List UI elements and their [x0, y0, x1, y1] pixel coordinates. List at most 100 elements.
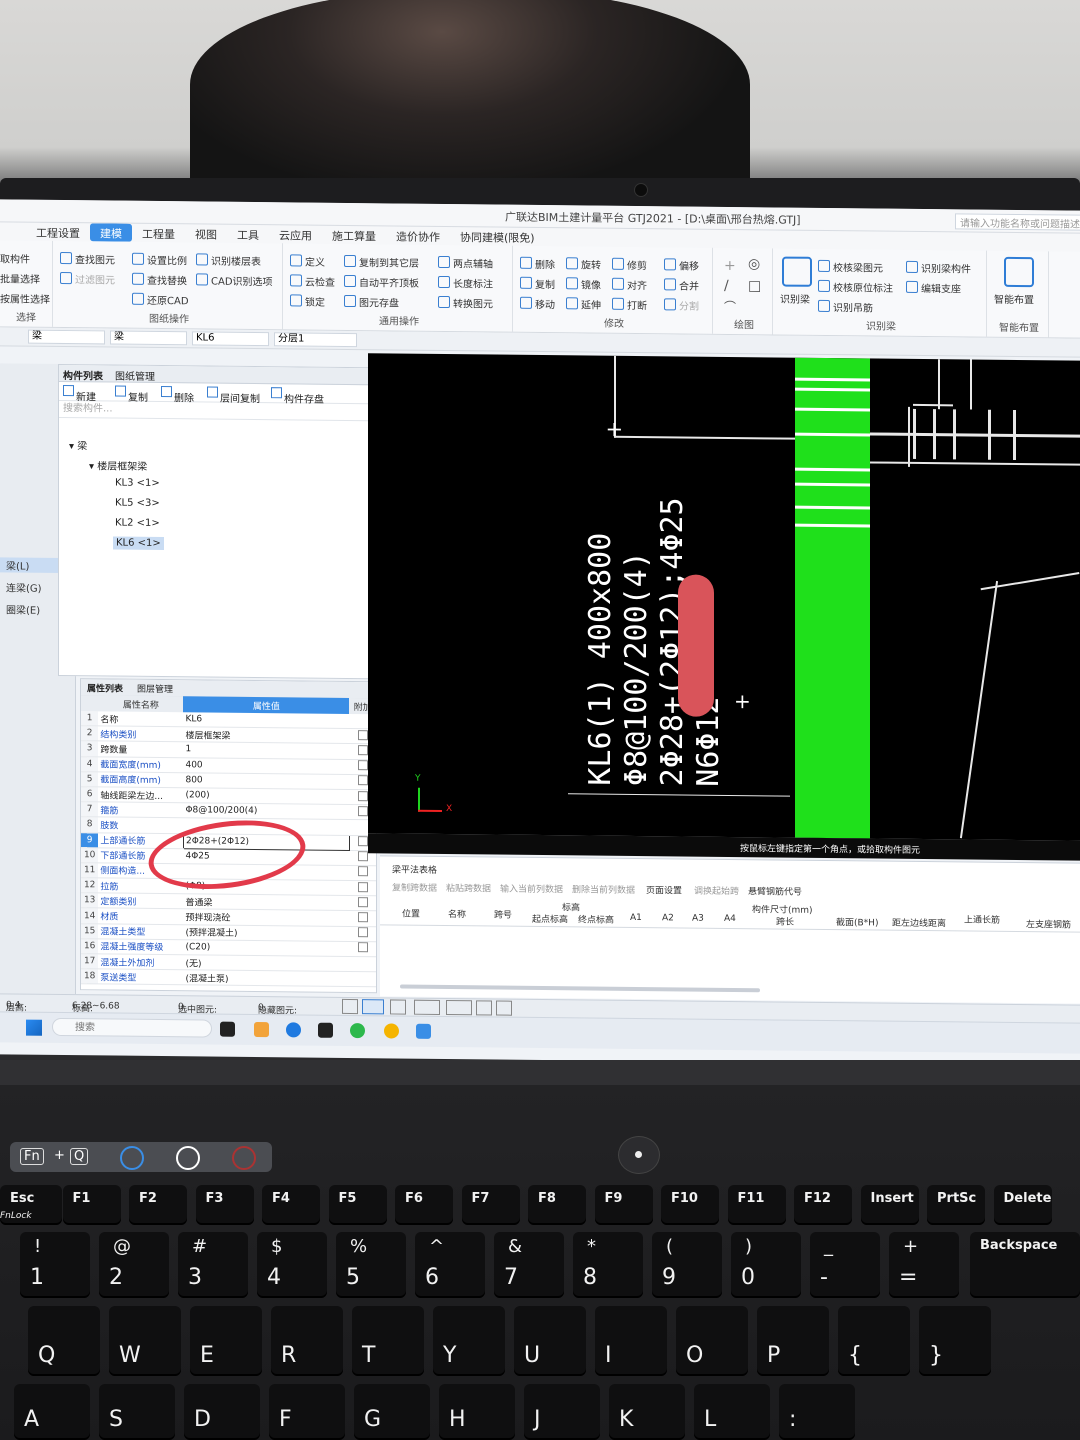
key-prtsc[interactable]: PrtSc — [927, 1185, 985, 1225]
menu-modeling[interactable]: 建模 — [90, 223, 132, 242]
key-f4[interactable]: F4 — [262, 1185, 320, 1225]
property-value[interactable]: (无) — [183, 954, 350, 972]
move-button[interactable]: 移动 — [520, 296, 555, 311]
tree-item[interactable]: KL5 <3> — [115, 498, 160, 509]
extra-checkbox[interactable] — [357, 836, 368, 847]
drawing-canvas[interactable]: KL6(1) 400x800 Φ8@100/200(4) 2Φ28+(2Φ12);4… — [368, 353, 1080, 841]
menu-collab-modeling[interactable]: 协同建模(限免) — [450, 227, 545, 246]
key-letter[interactable]: A — [14, 1384, 90, 1440]
property-value[interactable]: (预拌混凝土) — [183, 924, 350, 942]
tree-item-selected[interactable]: KL6 <1> — [113, 536, 164, 551]
find-replace-button[interactable]: 查找替换 — [132, 272, 187, 287]
property-value[interactable]: 预拌现浇砼 — [183, 909, 350, 927]
pick-component-button[interactable]: 取构件 — [0, 250, 30, 265]
filter-element-button[interactable]: 过滤图元 — [60, 271, 115, 287]
key-number[interactable]: #3 — [178, 1232, 248, 1298]
angle-tool-icon[interactable] — [414, 999, 440, 1015]
key-letter[interactable]: T — [352, 1306, 424, 1376]
auto-align-slab-button[interactable]: 自动平齐顶板 — [344, 274, 419, 290]
cad-options-button[interactable]: CAD识别选项 — [196, 272, 273, 288]
property-value[interactable]: 楼层框架梁 — [183, 726, 350, 744]
recognize-hanger-button[interactable]: 识别吊筋 — [818, 299, 873, 314]
length-dimension-button[interactable]: 长度标注 — [438, 275, 493, 291]
key-letter[interactable]: W — [109, 1306, 181, 1376]
key-letter[interactable]: U — [514, 1306, 586, 1376]
set-scale-button[interactable]: 设置比例 — [132, 252, 187, 267]
rectangle-icon[interactable]: □ — [748, 278, 761, 294]
extra-checkbox[interactable] — [357, 881, 368, 892]
offset-button[interactable]: 偏移 — [664, 257, 699, 273]
file-explorer-icon[interactable] — [254, 1022, 269, 1038]
key-number[interactable]: ^ 6 — [415, 1232, 485, 1298]
key-letter[interactable]: E — [190, 1306, 262, 1376]
extra-checkbox[interactable] — [357, 912, 368, 923]
input-column-button[interactable]: 输入当前列数据 — [500, 882, 563, 896]
key-f12[interactable]: F12 — [794, 1185, 852, 1225]
wechat-icon[interactable] — [350, 1023, 365, 1039]
property-value[interactable]: 800 — [183, 772, 350, 790]
layer-select[interactable]: 分层1 — [274, 332, 357, 348]
merge-button[interactable]: 合并 — [664, 277, 699, 293]
taskbar-search-input[interactable]: 搜索 — [52, 1017, 212, 1038]
key-letter[interactable]: S — [99, 1384, 175, 1440]
select-by-attr-button[interactable]: 按属性选择 — [0, 290, 50, 306]
delete-column-button[interactable]: 删除当前列数据 — [572, 882, 635, 896]
cross-select-icon[interactable] — [390, 999, 406, 1015]
key-f7[interactable]: F7 — [461, 1185, 520, 1225]
key-f3[interactable]: F3 — [195, 1185, 254, 1225]
recognize-floor-table-button[interactable]: 识别楼层表 — [196, 252, 261, 268]
cantilever-code-button[interactable]: 悬臂钢筋代号 — [748, 884, 802, 898]
key-number[interactable]: + = — [889, 1232, 959, 1298]
key-letter[interactable]: R — [271, 1306, 343, 1376]
fn-key[interactable]: Fn — [20, 1148, 44, 1165]
recognize-beam-button[interactable]: 识别梁 — [780, 291, 810, 306]
power-button[interactable] — [618, 1136, 660, 1174]
extend-button[interactable]: 延伸 — [566, 296, 601, 312]
extra-checkbox[interactable] — [357, 729, 368, 740]
plus-icon[interactable]: + — [724, 258, 736, 274]
extra-checkbox[interactable] — [357, 760, 368, 771]
key-number[interactable]: ) 0 — [731, 1232, 801, 1298]
menu-tools[interactable]: 工具 — [227, 225, 269, 243]
key-letter[interactable]: : — [779, 1384, 855, 1440]
key-number[interactable]: & 7 — [494, 1232, 564, 1298]
horizontal-scrollbar[interactable] — [400, 984, 760, 993]
lock-button[interactable]: 锁定 — [290, 293, 325, 309]
key-letter[interactable]: L — [694, 1384, 770, 1440]
circle-icon[interactable]: ◎ — [748, 256, 760, 272]
key-letter[interactable]: O — [676, 1306, 748, 1376]
component-select[interactable]: KL6 — [192, 331, 269, 347]
new-component-button[interactable]: 新建 — [63, 385, 96, 403]
key-letter[interactable]: F — [269, 1384, 345, 1440]
tree-root[interactable]: ▾ 梁 — [69, 437, 87, 452]
extra-checkbox[interactable] — [357, 790, 368, 801]
extra-checkbox[interactable] — [357, 896, 368, 908]
key-f11[interactable]: F11 — [727, 1185, 786, 1225]
two-point-axis-button[interactable]: 两点辅轴 — [438, 255, 493, 271]
key-letter[interactable]: } — [919, 1306, 991, 1376]
property-value[interactable]: 1 — [183, 742, 350, 760]
mirror-button[interactable]: 镜像 — [566, 276, 601, 292]
property-value[interactable]: (200) — [183, 787, 350, 805]
windows-start-icon[interactable] — [26, 1019, 42, 1036]
trim-button[interactable]: 修剪 — [612, 257, 647, 272]
split-button[interactable]: 分割 — [664, 297, 699, 313]
extra-checkbox[interactable] — [357, 851, 368, 862]
key-esc[interactable]: Esc FnLock — [0, 1185, 62, 1225]
key-f1[interactable]: F1 — [62, 1185, 121, 1225]
arc-icon[interactable]: ⌒ — [724, 298, 736, 315]
key-number[interactable]: (9 — [652, 1232, 722, 1298]
tab-component-list[interactable]: 构件列表 — [63, 367, 103, 382]
select-mode-icon[interactable] — [362, 999, 384, 1015]
component-type-select[interactable]: 梁 — [110, 330, 187, 346]
menu-view[interactable]: 视图 — [185, 224, 227, 242]
key-letter[interactable]: P — [757, 1306, 829, 1376]
key-f10[interactable]: F10 — [661, 1185, 719, 1225]
extra-checkbox[interactable] — [357, 866, 368, 877]
extra-checkbox[interactable] — [357, 775, 368, 786]
recognize-beam-component-button[interactable]: 识别梁构件 — [906, 260, 971, 276]
floor-type-select[interactable]: 梁 — [28, 329, 105, 345]
key-number[interactable]: ! 1 — [20, 1232, 90, 1298]
key-number[interactable]: @2 — [99, 1232, 169, 1298]
extra-checkbox[interactable] — [357, 745, 368, 756]
